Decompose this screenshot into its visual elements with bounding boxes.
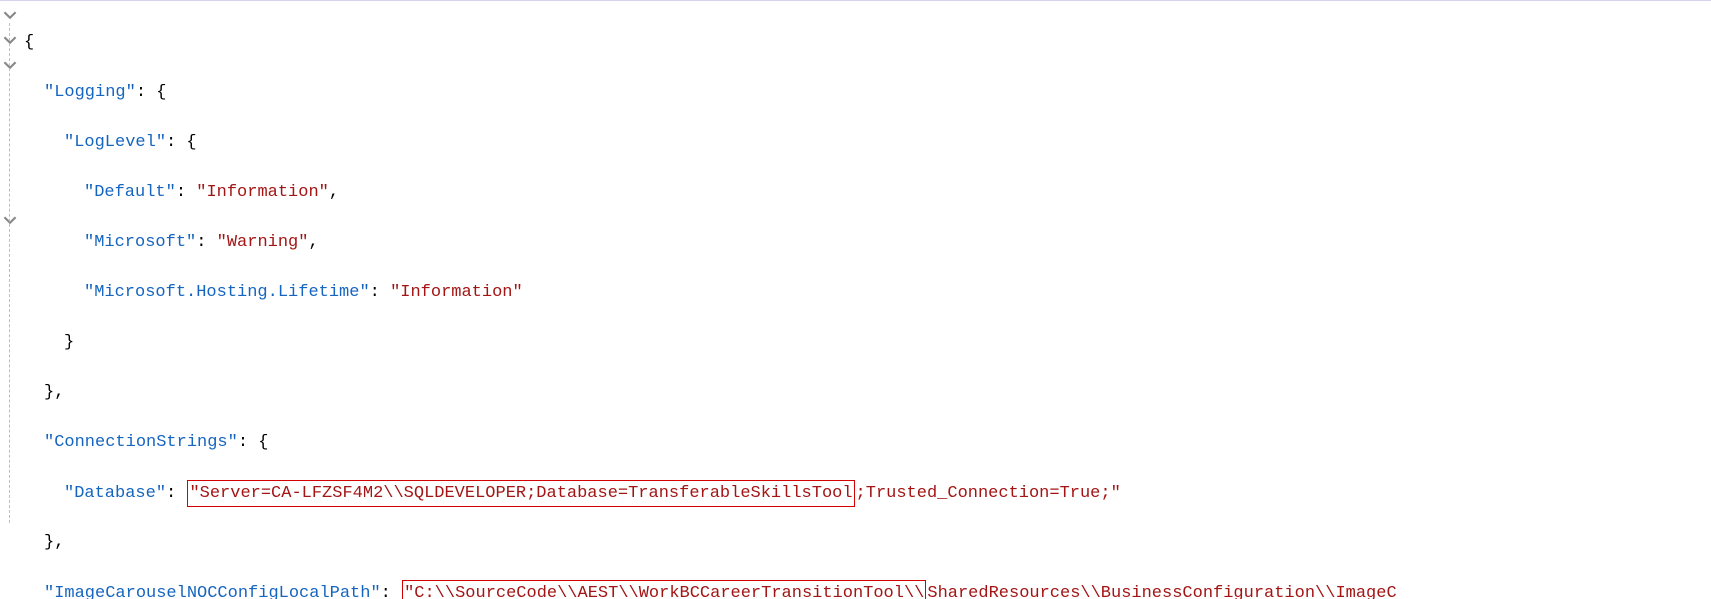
fold-toggle-root[interactable] bbox=[3, 8, 17, 22]
json-key: Database bbox=[74, 484, 156, 503]
json-key: Microsoft.Hosting.Lifetime bbox=[94, 283, 359, 302]
highlight-box: "Server=CA-LFZSF4M2\\SQLDEVELOPER;Databa… bbox=[187, 480, 854, 507]
folding-gutter bbox=[0, 1, 20, 599]
fold-toggle-logging[interactable] bbox=[3, 33, 17, 47]
json-string: Information bbox=[400, 283, 512, 302]
json-string: Information bbox=[206, 183, 318, 202]
json-key: Logging bbox=[54, 83, 125, 102]
fold-toggle-loglevel[interactable] bbox=[3, 58, 17, 72]
json-key: Microsoft bbox=[94, 233, 186, 252]
json-key: LogLevel bbox=[74, 133, 156, 152]
highlight-box: "C:\\SourceCode\\AEST\\WorkBCCareerTrans… bbox=[402, 580, 926, 599]
json-string: SharedResources\\BusinessConfiguration\\… bbox=[927, 584, 1396, 599]
json-string: Warning bbox=[227, 233, 298, 252]
code-editor[interactable]: { "Logging": { "LogLevel": { "Default": … bbox=[0, 0, 1711, 599]
json-key: Default bbox=[94, 183, 165, 202]
fold-guide-line bbox=[9, 23, 10, 523]
fold-toggle-connstrings[interactable] bbox=[3, 213, 17, 227]
code-content[interactable]: { "Logging": { "LogLevel": { "Default": … bbox=[20, 1, 1711, 599]
json-key: ImageCarouselNOCConfigLocalPath bbox=[54, 584, 370, 599]
json-key: ConnectionStrings bbox=[54, 433, 227, 452]
json-string: Trusted_Connection=True;" bbox=[866, 484, 1121, 503]
